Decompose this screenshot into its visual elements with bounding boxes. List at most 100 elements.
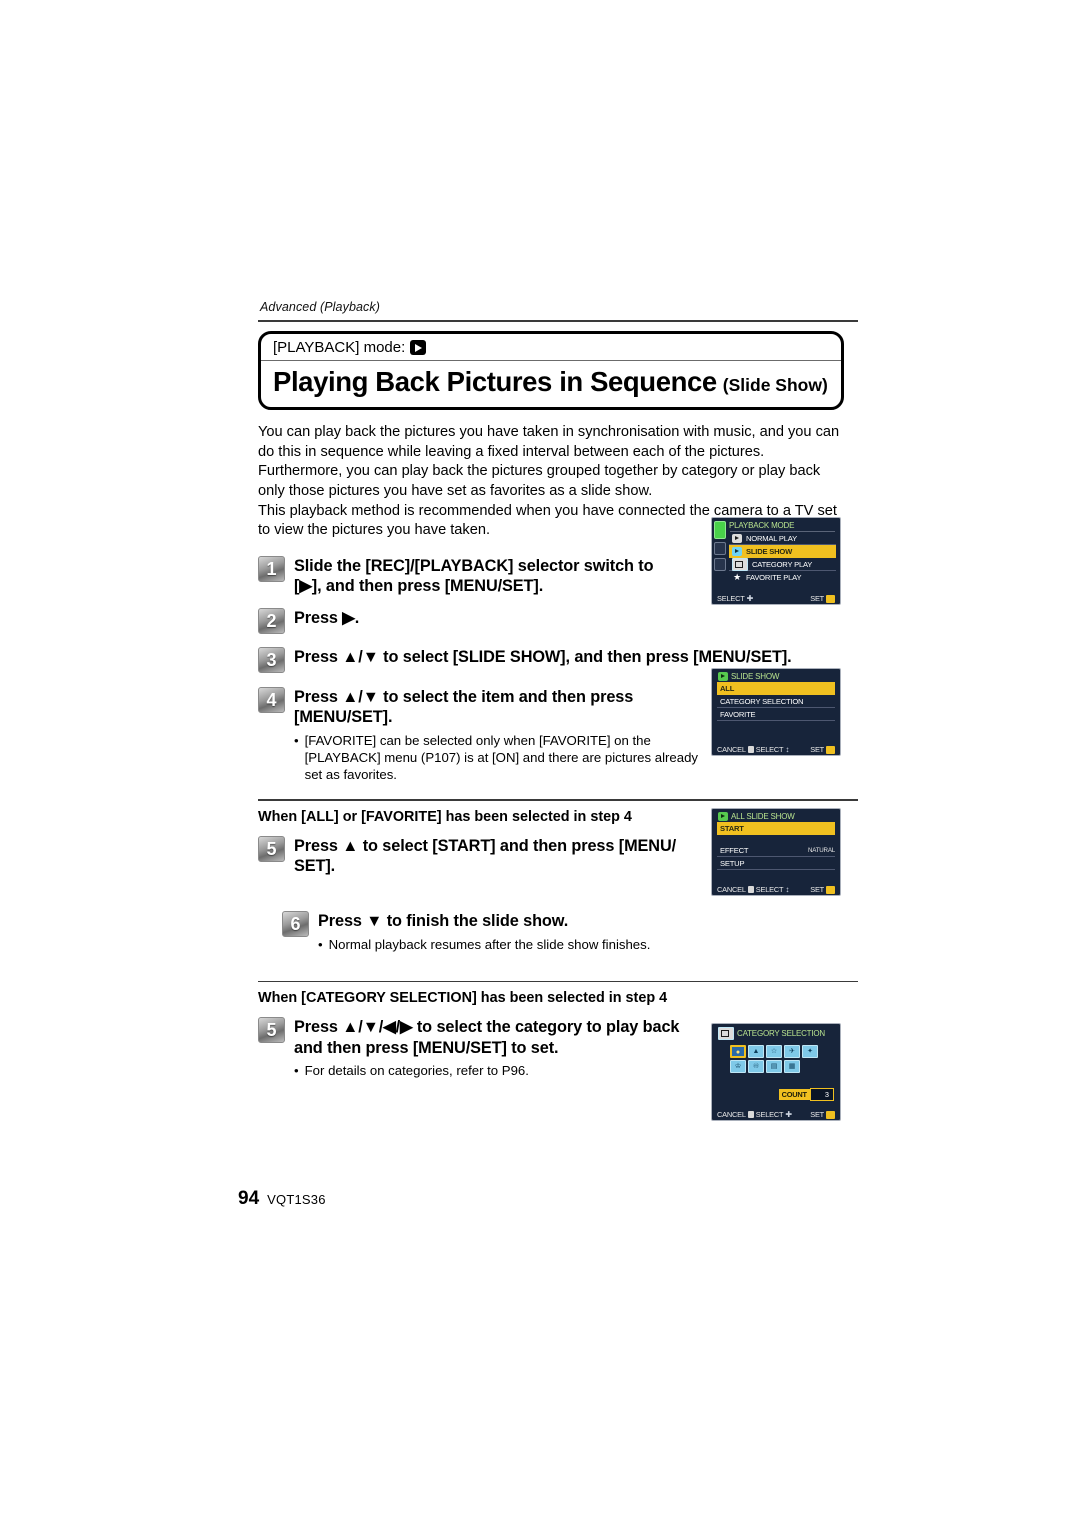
lcd-item-label: START (720, 823, 744, 833)
footer-cancel-label: CANCEL (717, 1110, 746, 1119)
title-box: [PLAYBACK] mode: Playing Back Pictures i… (258, 331, 844, 410)
lcd-menu-item-setup[interactable]: SETUP (717, 857, 835, 870)
bullet-marker: • (318, 936, 323, 952)
step-4-notes: • [FAVORITE] can be selected only when [… (294, 732, 714, 783)
category-row-1: ● ▲ ☆ ✈ ✦ (730, 1045, 822, 1058)
lcd-footer: CANCEL SELECT ↕ SET (712, 885, 840, 894)
trash-button-icon (747, 1111, 754, 1118)
side-tab-playback[interactable] (714, 542, 726, 555)
lcd-menu-item-category-play[interactable]: CATEGORY PLAY (729, 557, 836, 571)
section-divider (258, 980, 858, 983)
lcd-menu-item-effect[interactable]: EFFECT NATURAL (717, 844, 835, 857)
up-down-cursor-icon: ↕ (785, 884, 790, 894)
lcd-menu-rows: START EFFECT NATURAL SETUP (712, 822, 840, 870)
step-text: Press ▲/▼ to select the item and then pr… (294, 687, 634, 706)
lcd-item-label: SLIDE SHOW (746, 546, 793, 556)
title-line: Playing Back Pictures in Sequence (Slide… (261, 361, 841, 407)
step-2: 2 Press ▶. (258, 607, 858, 634)
step-5b-notes: • For details on categories, refer to P9… (294, 1062, 724, 1079)
category-travel[interactable]: ▤ (766, 1060, 782, 1073)
section-heading-category: When [CATEGORY SELECTION] has been selec… (258, 990, 668, 1007)
category-play-icon (732, 557, 748, 571)
footer-select-label: SELECT (755, 885, 784, 894)
lcd-footer: SELECT ✚ SET (712, 594, 840, 603)
step-text: Press ▶. (294, 608, 360, 627)
step-6: 6 Press ▼ to finish the slide show. • No… (282, 910, 858, 953)
category-scenery[interactable]: ▲ (748, 1045, 764, 1058)
lcd-menu-item-category-selection[interactable]: CATEGORY SELECTION (717, 695, 835, 708)
category-food[interactable]: ♾ (748, 1060, 764, 1073)
step-text: and then press [MENU/SET] to set. (294, 1038, 559, 1057)
step-number-badge: 6 (282, 911, 309, 938)
category-pet[interactable]: ♔ (730, 1060, 746, 1073)
lcd-footer: CANCEL SELECT ✚ SET (712, 1110, 840, 1119)
lcd-menu-item-slide-show[interactable]: SLIDE SHOW (729, 545, 836, 558)
lcd-header-label: CATEGORY SELECTION (737, 1029, 825, 1038)
category-night-portrait[interactable]: ☆ (766, 1045, 782, 1058)
footer-cancel-label: CANCEL (717, 745, 746, 754)
menu-set-button-icon (826, 885, 835, 894)
side-tab-setup[interactable] (714, 558, 726, 571)
lcd-category-selection: CATEGORY SELECTION ● ▲ ☆ ✈ ✦ ♔ ♾ ▤ ▦ COU… (711, 1023, 841, 1121)
lcd-menu-item-favorite-play[interactable]: ★ FAVORITE PLAY (729, 571, 836, 584)
header-rule (258, 320, 858, 322)
step-6-notes: • Normal playback resumes after the slid… (318, 936, 650, 953)
step-number-badge: 2 (258, 607, 285, 634)
category-sports[interactable]: ✈ (784, 1045, 800, 1058)
page-footer: 94 VQT1S36 (238, 1188, 326, 1210)
page-subtitle: (Slide Show) (722, 375, 828, 395)
party-icon: ✦ (807, 1048, 813, 1055)
side-tab-rec-active[interactable] (714, 521, 726, 539)
lcd-item-label: EFFECT (720, 845, 749, 855)
lcd-menu-item-all[interactable]: ALL (717, 682, 835, 695)
trash-button-icon (747, 886, 754, 893)
four-way-cursor-icon: ✚ (746, 593, 754, 603)
footer-cancel-label: CANCEL (717, 885, 746, 894)
playback-mode-line: [PLAYBACK] mode: (261, 334, 841, 361)
effect-value: NATURAL (807, 846, 835, 854)
intro-line: You can play back the pictures you have … (258, 424, 840, 440)
lcd-menu-item-start[interactable]: START (717, 822, 835, 835)
step-number-badge: 5 (258, 835, 285, 862)
lcd-footer-cancel: CANCEL SELECT ↕ (717, 745, 793, 754)
intro-line: do this in sequence while leaving a fixe… (258, 443, 765, 460)
running-head: Advanced (Playback) (260, 300, 381, 314)
lcd-footer-set: SET (810, 885, 835, 894)
manual-page: Advanced (Playback) [PLAYBACK] mode: Pla… (0, 0, 1080, 1528)
bullet-marker: • (294, 1063, 299, 1079)
lcd-header-label: PLAYBACK MODE (729, 521, 795, 530)
food-icon: ♾ (752, 1063, 760, 1070)
lcd-menu-rows: NORMAL PLAY SLIDE SHOW CATEGORY PLAY ★ F… (712, 532, 840, 584)
footer-set-label: SET (810, 745, 824, 754)
slide-show-icon (718, 812, 728, 821)
menu-set-button-icon (826, 745, 835, 754)
count-label: COUNT (778, 1089, 810, 1100)
step-text: Slide the [REC]/[PLAYBACK] selector swit… (294, 557, 654, 576)
lcd-header-label: ALL SLIDE SHOW (731, 812, 795, 821)
category-party[interactable]: ✦ (802, 1045, 818, 1058)
lcd-side-tabs (714, 521, 727, 574)
step-text: Press ▲/▼/◀/▶ to select the category to … (294, 1018, 680, 1037)
lcd-footer-set: SET (810, 745, 835, 754)
lcd-header-label: SLIDE SHOW (731, 672, 780, 681)
category-portrait[interactable]: ● (730, 1045, 746, 1058)
scenery-icon: ▲ (752, 1048, 760, 1055)
slide-show-icon (718, 672, 728, 681)
page-title: Playing Back Pictures in Sequence (273, 366, 717, 397)
lcd-item-label: FAVORITE (720, 709, 756, 719)
bullet-text: Normal playback resumes after the slide … (328, 936, 651, 952)
step-text: Press ▲ to select [START] and then press… (294, 836, 677, 855)
footer-select-label: SELECT (717, 594, 745, 603)
category-grid: ● ▲ ☆ ✈ ✦ ♔ ♾ ▤ ▦ (730, 1045, 822, 1073)
lcd-menu-item-favorite[interactable]: FAVORITE (717, 708, 835, 721)
step-text: Press ▼ to finish the slide show. (318, 912, 569, 931)
lcd-footer: CANCEL SELECT ↕ SET (712, 745, 840, 754)
step-number-badge: 3 (258, 646, 285, 673)
slide-show-icon (732, 546, 742, 556)
lcd-item-label: NORMAL PLAY (746, 533, 797, 543)
lcd-menu-item-normal-play[interactable]: NORMAL PLAY (729, 532, 836, 545)
star-icon: ★ (733, 572, 741, 582)
category-calendar[interactable]: ▦ (784, 1060, 800, 1073)
count-value: 3 (809, 1088, 834, 1101)
category-row-2: ♔ ♾ ▤ ▦ (730, 1060, 822, 1073)
